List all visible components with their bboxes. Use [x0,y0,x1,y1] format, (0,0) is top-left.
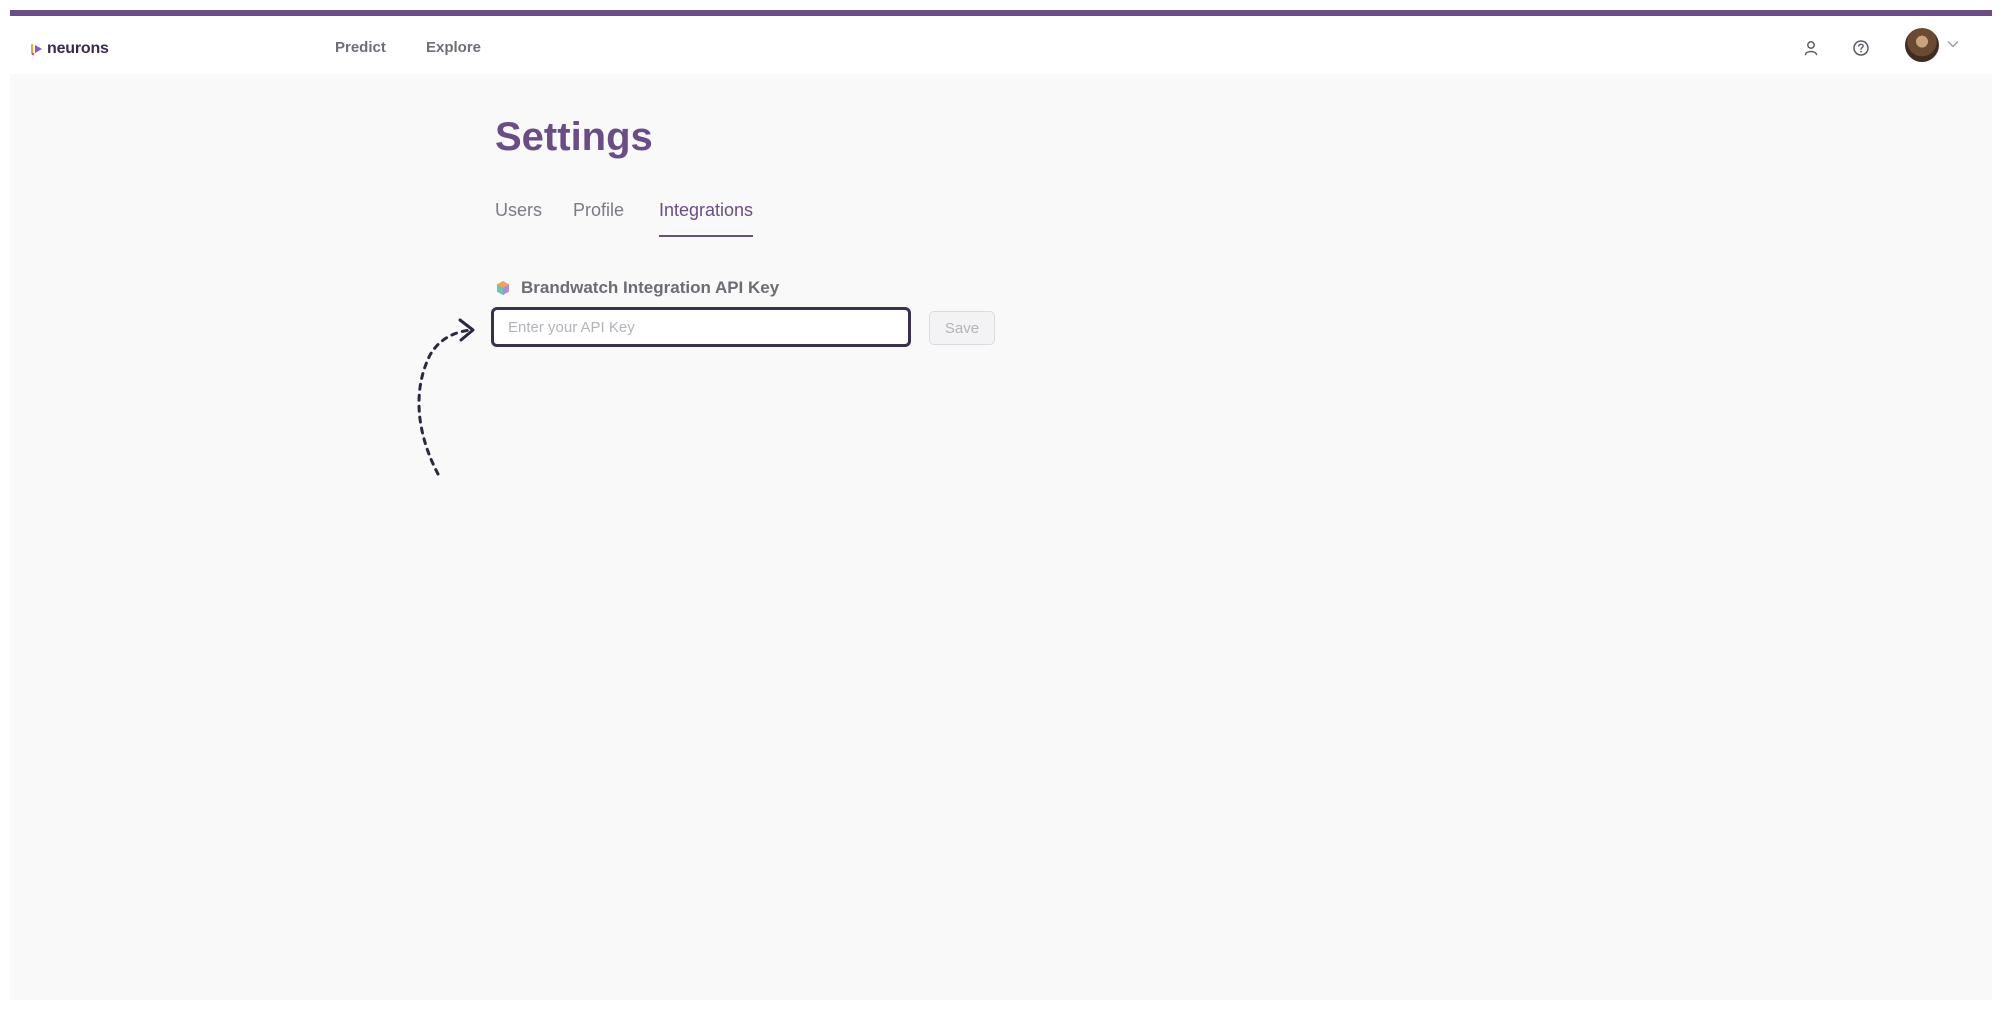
neurons-logo-icon [31,44,42,56]
tab-integrations[interactable]: Integrations [659,200,754,237]
chevron-down-icon[interactable] [1946,37,1960,51]
integration-label-text: Brandwatch Integration API Key [521,278,780,297]
app-window: neurons Predict Explore Settings Users P… [10,10,1992,1000]
page-title: Settings [495,115,653,159]
tab-profile[interactable]: Profile [573,200,624,235]
nav-link-predict[interactable]: Predict [335,39,386,56]
brandwatch-logo-icon [497,281,509,295]
brand-name: neurons [47,40,109,57]
save-button[interactable]: Save [929,311,995,345]
dashed-arrow-annotation [417,318,475,476]
tab-users[interactable]: Users [495,200,542,235]
top-navbar [10,16,1992,74]
brand-logo[interactable]: neurons [30,40,109,58]
user-icon[interactable] [1801,38,1821,58]
help-circle-icon[interactable] [1851,38,1871,58]
api-key-input[interactable] [491,307,911,347]
integration-label: Brandwatch Integration API Key [495,278,779,298]
nav-link-explore[interactable]: Explore [426,39,481,56]
user-avatar[interactable] [1905,28,1939,62]
